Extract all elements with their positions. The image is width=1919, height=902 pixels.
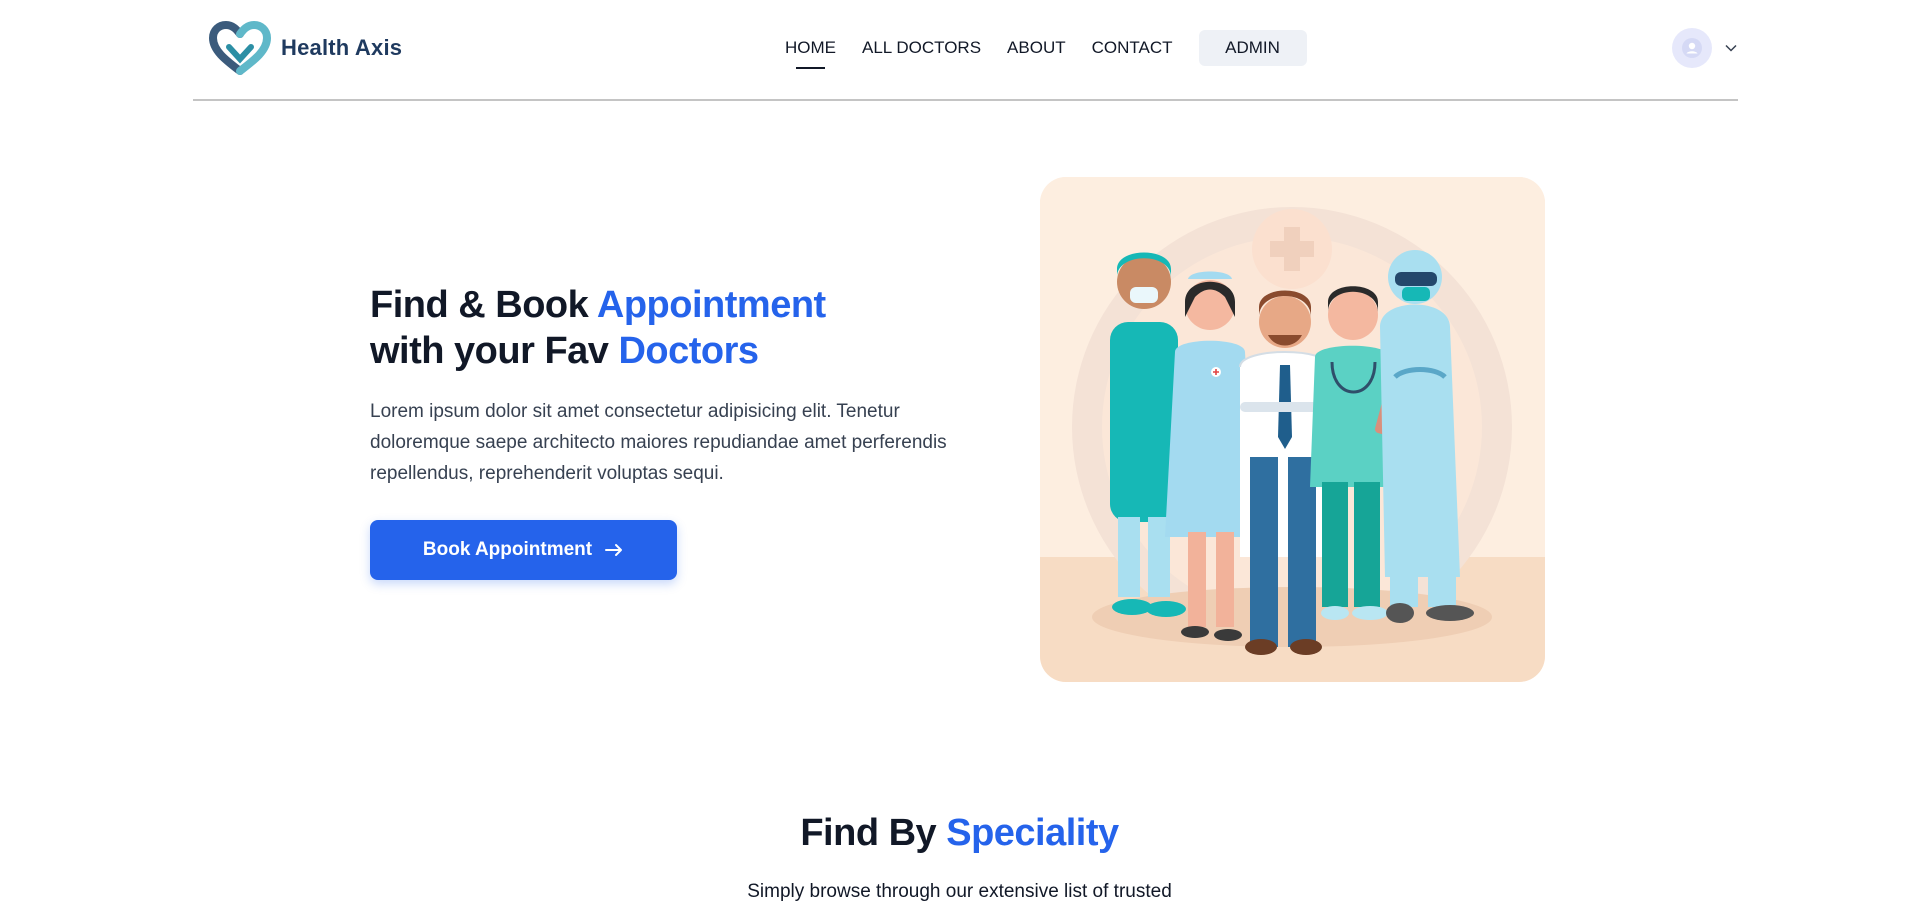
- navbar: Health Axis HOME ALL DOCTORS ABOUT CONTA…: [193, 0, 1738, 101]
- arrow-right-icon: [605, 544, 623, 556]
- medical-team-illustration: [1040, 177, 1545, 682]
- hero-description: Lorem ipsum dolor sit amet consectetur a…: [370, 401, 947, 484]
- speciality-title: Find By Speciality: [0, 812, 1919, 855]
- main-nav: HOME ALL DOCTORS ABOUT CONTACT ADMIN: [785, 30, 1307, 69]
- heart-logo-icon: [208, 21, 272, 75]
- nav-contact[interactable]: CONTACT: [1092, 30, 1173, 66]
- user-avatar-icon[interactable]: [1672, 28, 1712, 68]
- admin-button[interactable]: ADMIN: [1198, 30, 1307, 66]
- brand-name: Health Axis: [281, 35, 403, 60]
- hero-title-highlight1: Appointment: [596, 284, 826, 326]
- book-appointment-label: Book Appointment: [422, 539, 593, 560]
- chevron-down-icon[interactable]: [1724, 41, 1738, 55]
- hero-title-part1: Find & Book: [370, 284, 597, 326]
- profile-menu[interactable]: [1672, 28, 1738, 68]
- hero-content: Find & Book Appointment with your Fav Do…: [370, 282, 950, 580]
- speciality-title-highlight: Speciality: [946, 812, 1119, 854]
- hero-title: Find & Book Appointment with your Fav Do…: [370, 282, 950, 374]
- nav-home[interactable]: HOME: [785, 30, 836, 69]
- book-appointment-button[interactable]: Book Appointment: [370, 520, 677, 580]
- nav-about[interactable]: ABOUT: [1007, 30, 1066, 66]
- speciality-subtitle: Simply browse through our extensive list…: [747, 881, 1172, 902]
- logo[interactable]: Health Axis: [207, 21, 402, 75]
- hero-title-part2: with your Fav: [370, 330, 619, 372]
- speciality-title-part1: Find By: [800, 812, 947, 854]
- hero-title-highlight2: Doctors: [618, 330, 759, 372]
- nav-all-doctors[interactable]: ALL DOCTORS: [862, 30, 981, 66]
